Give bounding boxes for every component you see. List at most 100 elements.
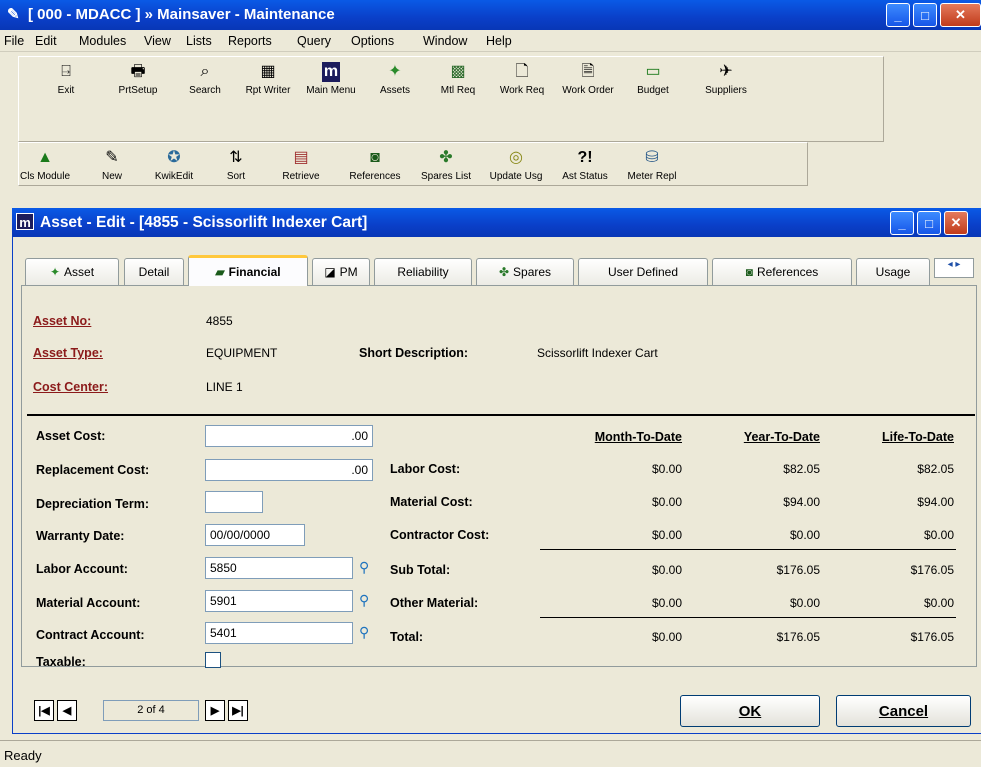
contractor-cost-mtd: $0.00	[651, 528, 682, 542]
meter-replace-icon: ⛁	[645, 149, 659, 166]
total-ytd: $176.05	[776, 630, 820, 644]
spares-list-icon: ✤	[439, 149, 453, 166]
printer-setup-button[interactable]: 🖶 PrtSetup	[100, 62, 176, 96]
pm-tab-icon: ◪	[324, 265, 336, 279]
search-button[interactable]: ⌕ Search	[170, 62, 240, 96]
kwikedit-button[interactable]: ✪ KwikEdit	[139, 148, 209, 182]
maximize-button[interactable]: □	[913, 3, 937, 27]
contract-account-lookup-icon[interactable]: ⚲	[359, 624, 369, 641]
menu-view[interactable]: View	[144, 34, 171, 48]
material-account-label: Material Account:	[36, 596, 141, 610]
depreciation-term-input[interactable]	[205, 491, 263, 513]
work-order-icon: 🗎	[581, 63, 595, 80]
taxable-checkbox[interactable]	[205, 652, 221, 668]
labor-account-lookup-icon[interactable]: ⚲	[359, 559, 369, 576]
material-account-lookup-icon[interactable]: ⚲	[359, 592, 369, 609]
menu-window[interactable]: Window	[423, 34, 467, 48]
first-record-button[interactable]: |◀	[34, 700, 54, 721]
labor-cost-ytd: $82.05	[783, 462, 820, 476]
budget-button[interactable]: ▭ Budget	[618, 62, 688, 96]
new-button[interactable]: ✎ New	[77, 148, 147, 182]
tab-financial[interactable]: ▰ Financial	[188, 255, 308, 286]
labor-cost-label: Labor Cost:	[390, 462, 461, 476]
menu-file[interactable]: File	[4, 34, 24, 48]
next-record-button[interactable]: ▶	[205, 700, 225, 721]
report-writer-button[interactable]: ▦ Rpt Writer	[233, 62, 303, 96]
cancel-button[interactable]: Cancel	[836, 695, 971, 727]
previous-record-button[interactable]: ◀	[57, 700, 77, 721]
binoculars-icon: ⌕	[200, 63, 210, 80]
chevron-left-icon: ◂	[947, 259, 953, 270]
menu-help[interactable]: Help	[486, 34, 512, 48]
warranty-date-input[interactable]: 00/00/0000	[205, 524, 305, 546]
asset-status-button[interactable]: ?! Ast Status	[548, 148, 622, 182]
work-request-button[interactable]: 🗋 Work Req	[487, 62, 557, 96]
budget-icon: ▭	[645, 63, 661, 80]
tab-asset[interactable]: ✦ Asset	[25, 258, 119, 285]
material-request-button[interactable]: ▩ Mtl Req	[423, 62, 493, 96]
assets-icon: ✦	[388, 63, 402, 80]
ok-button[interactable]: OK	[680, 695, 820, 727]
other-material-label: Other Material:	[390, 596, 479, 610]
update-usage-button[interactable]: ◎ Update Usg	[479, 148, 553, 182]
meter-replace-button[interactable]: ⛁ Meter Repl	[616, 148, 688, 182]
exit-button[interactable]: ⍈ Exit	[31, 62, 101, 96]
replacement-cost-input[interactable]: .00	[205, 459, 373, 481]
labor-account-input[interactable]: 5850	[205, 557, 353, 579]
child-title: Asset - Edit - [4855 - Scissorlift Index…	[40, 214, 368, 231]
tab-pm[interactable]: ◪ PM	[312, 258, 370, 285]
suppliers-button[interactable]: ✈ Suppliers	[693, 62, 759, 96]
last-record-button[interactable]: ▶|	[228, 700, 248, 721]
asset-status-icon: ?!	[577, 149, 593, 166]
work-order-button[interactable]: 🗎 Work Order	[553, 62, 623, 96]
menu-lists[interactable]: Lists	[186, 34, 212, 48]
short-description-label: Short Description:	[359, 346, 469, 360]
tab-spares[interactable]: ✤ Spares	[476, 258, 574, 285]
material-request-icon: ▩	[450, 63, 466, 80]
menu-modules[interactable]: Modules	[79, 34, 126, 48]
replacement-cost-label: Replacement Cost:	[36, 463, 150, 477]
menu-options[interactable]: Options	[351, 34, 394, 48]
sort-button[interactable]: ⇅ Sort	[201, 148, 271, 182]
tab-reliability[interactable]: Reliability	[374, 258, 472, 285]
tab-usage[interactable]: Usage	[856, 258, 930, 285]
tab-references[interactable]: ◙ References	[712, 258, 852, 285]
material-cost-ytd: $94.00	[783, 495, 820, 509]
material-cost-label: Material Cost:	[390, 495, 473, 509]
assets-button[interactable]: ✦ Assets	[360, 62, 430, 96]
references-button[interactable]: ◙ References	[334, 148, 416, 182]
main-menu-button[interactable]: m Main Menu	[296, 62, 366, 96]
contractor-cost-ytd: $0.00	[789, 528, 820, 542]
contract-account-input[interactable]: 5401	[205, 622, 353, 644]
col-year-to-date: Year-To-Date	[743, 430, 820, 444]
menu-reports[interactable]: Reports	[228, 34, 272, 48]
subtotal-mtd: $0.00	[651, 563, 682, 577]
retrieve-button[interactable]: ▤ Retrieve	[266, 148, 336, 182]
tab-detail[interactable]: Detail	[124, 258, 184, 285]
other-material-ytd: $0.00	[789, 596, 820, 610]
menu-edit[interactable]: Edit	[35, 34, 57, 48]
asset-type-value: EQUIPMENT	[206, 346, 278, 360]
app-title: [ 000 - MDACC ] » Mainsaver - Maintenanc…	[28, 6, 335, 23]
retrieve-icon: ▤	[293, 149, 309, 166]
asset-cost-input[interactable]: .00	[205, 425, 373, 447]
child-maximize-button[interactable]: □	[917, 211, 941, 235]
asset-no-link[interactable]: Asset No:	[33, 314, 91, 328]
tab-user-defined[interactable]: User Defined	[578, 258, 708, 285]
update-usage-icon: ◎	[509, 149, 523, 166]
mainsaver-logo-icon: m	[16, 213, 34, 230]
child-close-button[interactable]: ✕	[944, 211, 968, 235]
taxable-label: Taxable:	[36, 655, 86, 669]
minimize-button[interactable]: _	[886, 3, 910, 27]
record-position: 2 of 4	[103, 700, 199, 721]
material-cost-ltd: $94.00	[917, 495, 954, 509]
asset-type-link[interactable]: Asset Type:	[33, 346, 103, 360]
child-minimize-button[interactable]: _	[890, 211, 914, 235]
close-button[interactable]: ✕	[940, 3, 981, 27]
tab-scroll-arrows[interactable]: ◂ ▸	[934, 258, 974, 278]
close-module-button[interactable]: ▲ Cls Module	[10, 148, 80, 182]
material-account-input[interactable]: 5901	[205, 590, 353, 612]
spares-list-button[interactable]: ✤ Spares List	[407, 148, 485, 182]
cost-center-link[interactable]: Cost Center:	[33, 380, 108, 394]
menu-query[interactable]: Query	[297, 34, 331, 48]
